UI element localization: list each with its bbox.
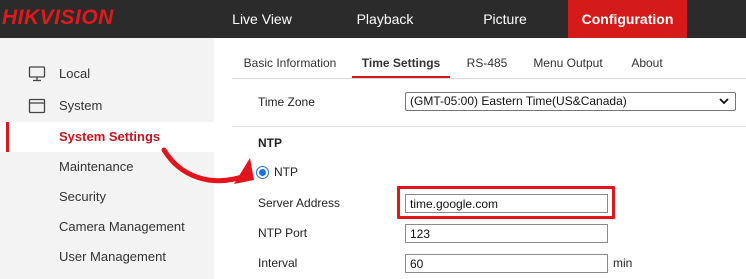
- ntp-radio-label: NTP: [274, 165, 298, 179]
- tab-rs-485[interactable]: RS-485: [463, 51, 511, 78]
- ntp-section-title: NTP: [258, 136, 282, 150]
- interval-label: Interval: [258, 256, 298, 270]
- sidebar-item-label: Camera Management: [59, 219, 185, 234]
- nav-playback[interactable]: Playback: [337, 0, 433, 38]
- nav-picture[interactable]: Picture: [457, 0, 553, 38]
- sidebar-item-local[interactable]: Local: [0, 58, 214, 90]
- interval-input[interactable]: [405, 254, 608, 273]
- nav-configuration[interactable]: Configuration: [568, 0, 687, 38]
- sidebar-item-user-management[interactable]: User Management: [0, 242, 214, 272]
- tab-basic-information[interactable]: Basic Information: [240, 51, 340, 78]
- time-zone-value: (GMT-05:00) Eastern Time(US&Canada): [410, 94, 627, 108]
- server-address-label: Server Address: [258, 196, 341, 210]
- sidebar-item-camera-management[interactable]: Camera Management: [0, 212, 214, 242]
- settings-tabs: Basic Information Time Settings RS-485 M…: [232, 51, 746, 79]
- interval-unit: min: [613, 256, 633, 270]
- time-zone-select[interactable]: (GMT-05:00) Eastern Time(US&Canada): [405, 92, 736, 111]
- hikvision-logo: HIKVISION: [2, 6, 114, 29]
- section-divider: [232, 126, 746, 127]
- sidebar-item-label: Security: [59, 189, 106, 204]
- ntp-port-label: NTP Port: [258, 226, 308, 240]
- system-window-icon: [28, 98, 46, 114]
- chevron-down-icon: [719, 98, 729, 105]
- annotation-arrow-icon: [161, 147, 254, 184]
- tab-time-settings[interactable]: Time Settings: [352, 51, 450, 78]
- ntp-port-input[interactable]: [405, 224, 608, 243]
- sidebar-item-label: User Management: [59, 249, 166, 264]
- server-address-highlight: [397, 186, 615, 219]
- tab-about[interactable]: About: [625, 51, 669, 78]
- sidebar-item-label: System Settings: [59, 129, 161, 144]
- sidebar-item-label: System: [59, 98, 103, 113]
- time-zone-label: Time Zone: [258, 95, 315, 109]
- sidebar-item-label: Local: [59, 66, 91, 81]
- monitor-icon: [28, 66, 46, 82]
- top-navigation-bar: HIKVISION Live View Playback Picture Con…: [0, 0, 746, 38]
- nav-live-view[interactable]: Live View: [214, 0, 310, 38]
- sidebar-item-label: Maintenance: [59, 159, 134, 174]
- tab-menu-output[interactable]: Menu Output: [530, 51, 606, 78]
- sidebar-item-system[interactable]: System: [0, 90, 214, 122]
